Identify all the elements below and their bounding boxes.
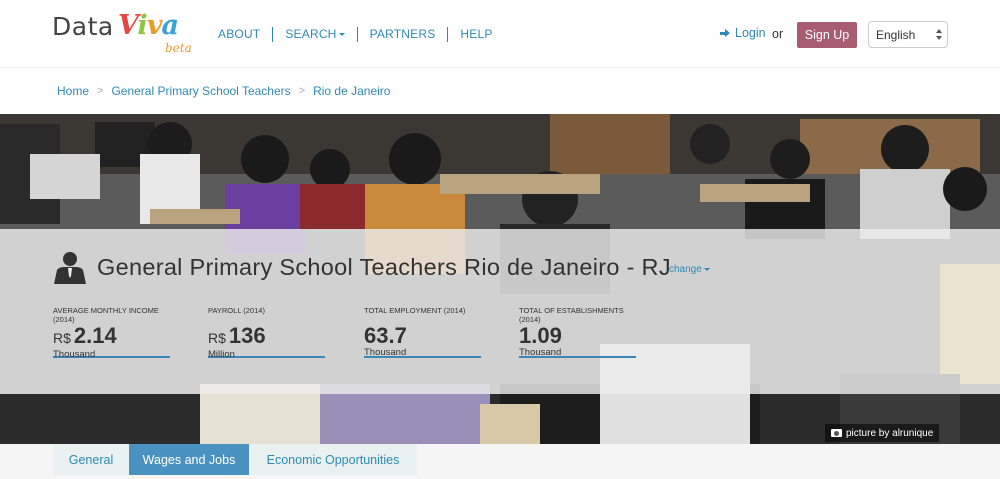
stat-value: 63.7 xyxy=(364,325,481,347)
nav-partners[interactable]: PARTNERS xyxy=(356,27,448,42)
camera-icon xyxy=(831,429,842,437)
tab-economic-opportunities[interactable]: Economic Opportunities xyxy=(249,444,417,475)
stat-number: 1.09 xyxy=(519,323,562,348)
stat-number: 63.7 xyxy=(364,323,407,348)
stat-prefix: R$ xyxy=(53,330,71,346)
stat-unit: Thousand xyxy=(519,347,562,358)
or-text: or xyxy=(772,27,784,41)
stat-value: R$ 2.14 xyxy=(53,325,170,349)
stat-unit: Million xyxy=(208,349,235,360)
stat-total-employment: TOTAL EMPLOYMENT (2014) 63.7 Thousand xyxy=(364,306,481,358)
nav-help[interactable]: HELP xyxy=(447,27,504,42)
top-header: Data Viva beta ABOUT SEARCH PARTNERS HEL… xyxy=(0,0,1000,68)
chevron-down-icon xyxy=(703,267,710,271)
signup-button[interactable]: Sign Up xyxy=(797,22,857,48)
stat-total-establishments: TOTAL OF ESTABLISHMENTS (2014) 1.09 Thou… xyxy=(519,306,636,358)
stat-label: TOTAL EMPLOYMENT (2014) xyxy=(364,306,466,315)
person-icon xyxy=(54,252,86,284)
breadcrumb-location[interactable]: Rio de Janeiro xyxy=(313,84,390,98)
photo-credit[interactable]: picture by alrunique xyxy=(825,424,940,442)
stat-number: 136 xyxy=(228,323,266,348)
tab-wages-and-jobs[interactable]: Wages and Jobs xyxy=(129,444,249,475)
stat-value: R$ 136 xyxy=(208,325,325,349)
main-nav: ABOUT SEARCH PARTNERS HELP xyxy=(206,26,505,43)
stat-label: PAYROLL (2014) xyxy=(208,306,265,315)
logo-data-text: Data xyxy=(52,12,114,41)
stat-label: TOTAL OF ESTABLISHMENTS (2014) xyxy=(519,306,624,324)
stat-value: 1.09 xyxy=(519,325,636,347)
change-label: change xyxy=(669,264,702,275)
stat-payroll: PAYROLL (2014) R$ 136 Million xyxy=(208,306,325,360)
language-select[interactable]: English xyxy=(868,21,948,48)
breadcrumb-separator: > xyxy=(97,85,104,97)
language-selected: English xyxy=(876,27,916,42)
logo-beta-text: beta xyxy=(165,41,192,55)
breadcrumb-occupation[interactable]: General Primary School Teachers xyxy=(111,84,290,98)
stat-number: 2.14 xyxy=(73,323,117,348)
nav-search[interactable]: SEARCH xyxy=(272,27,356,42)
tab-general[interactable]: General xyxy=(53,444,129,475)
breadcrumb-separator: > xyxy=(298,85,306,97)
logo-viva-text: Viva xyxy=(118,10,179,41)
login-link[interactable]: Login xyxy=(720,26,766,40)
login-icon xyxy=(720,28,731,39)
select-arrows-icon xyxy=(936,29,942,41)
photo-credit-text: picture by alrunique xyxy=(846,427,934,439)
nav-search-label: SEARCH xyxy=(285,27,337,41)
stat-prefix: R$ xyxy=(208,330,226,346)
login-label: Login xyxy=(735,26,766,40)
stat-label: AVERAGE MONTHLY INCOME (2014) xyxy=(53,306,159,324)
page-title: General Primary School Teachers Rio de J… xyxy=(97,254,671,280)
breadcrumb-home[interactable]: Home xyxy=(57,84,89,98)
breadcrumb: Home > General Primary School Teachers >… xyxy=(57,84,390,98)
stat-unit: Thousand xyxy=(53,349,96,360)
change-dropdown[interactable]: change xyxy=(669,264,710,275)
stat-unit: Thousand xyxy=(364,347,407,358)
dataviva-logo[interactable]: Data Viva beta xyxy=(52,10,202,60)
nav-about[interactable]: ABOUT xyxy=(206,27,272,42)
chevron-down-icon xyxy=(338,33,345,37)
stat-average-income: AVERAGE MONTHLY INCOME (2014) R$ 2.14 Tho… xyxy=(53,306,170,360)
hero-banner: General Primary School Teachers Rio de J… xyxy=(0,114,1000,444)
